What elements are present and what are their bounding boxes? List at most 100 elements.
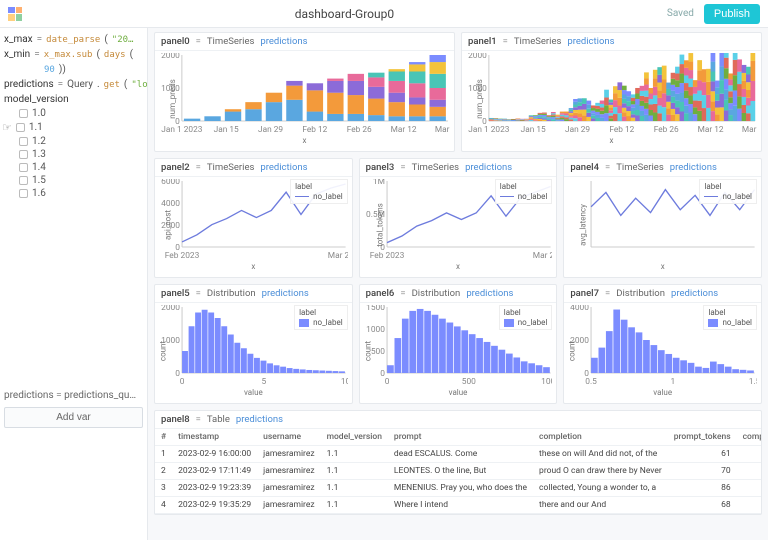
panel3[interactable]: panel3=TimeSeriespredictions labelno_lab… [359,158,558,278]
svg-text:1: 1 [671,376,676,386]
svg-text:1000: 1000 [366,324,385,334]
svg-text:Mar 2023: Mar 2023 [328,250,348,260]
model-version-label: model_version [4,94,143,105]
table-row[interactable]: 42023-02-9 19:35:29jamesramirez1.1Where … [155,497,761,514]
dashboard-main[interactable]: panel0=TimeSeriespredictions num_preds J… [148,28,768,540]
svg-text:0: 0 [175,368,180,378]
table-header[interactable]: timestamp [172,429,257,446]
svg-text:Feb 2023: Feb 2023 [369,250,404,260]
svg-text:2000: 2000 [161,53,180,60]
panel7-chart: labelno_label count 0.511.5020004000 val… [564,303,761,399]
svg-text:Jan 1 2023: Jan 1 2023 [161,124,203,134]
svg-text:Jan 29: Jan 29 [565,124,590,134]
svg-text:Feb 12: Feb 12 [302,124,327,134]
publish-button[interactable]: Publish [704,4,760,24]
svg-text:Jan 29: Jan 29 [258,124,283,134]
panel5-chart: labelno_label count 0510010002000 value [155,303,352,399]
panel0[interactable]: panel0=TimeSeriespredictions num_preds J… [154,32,455,152]
panel4-chart: labelno_label avg_latency x [564,177,761,273]
panel4[interactable]: panel4=TimeSeriespredictions labelno_lab… [563,158,762,278]
svg-text:500: 500 [371,346,386,356]
table-row[interactable]: 12023-02-9 16:00:00jamesramirez1.1dead E… [155,446,761,463]
svg-text:0: 0 [585,368,590,378]
model-version-option[interactable]: 1.3 [4,148,143,161]
var-predictions[interactable]: predictions = Query.get("loca… [4,79,143,90]
svg-text:2000: 2000 [468,53,487,60]
svg-text:5: 5 [261,376,266,386]
svg-text:Mar 26: Mar 26 [435,124,450,134]
legend-panel3: labelno_label [495,179,553,204]
svg-text:4000: 4000 [570,305,589,312]
add-var-button[interactable]: Add var [4,407,143,428]
svg-text:6000: 6000 [161,179,180,186]
table-header[interactable]: model_version [321,429,388,446]
model-version-list: 1.0☞1.11.21.31.41.51.6 [4,107,143,200]
svg-text:4000: 4000 [161,198,180,208]
panel6-chart: labelno_label count 05001000050010001500… [360,303,557,399]
legend-panel5: labelno_label [294,305,348,330]
svg-text:500: 500 [461,376,476,386]
table-header[interactable]: # [155,429,172,446]
svg-text:0: 0 [175,242,180,252]
svg-text:Jan 15: Jan 15 [214,124,239,134]
panel1-chart: num_preds Jan 1 2023Jan 15Jan 29Feb 12Fe… [462,51,761,147]
table-header[interactable]: prompt [388,429,533,446]
model-version-option[interactable]: 1.6 [4,187,143,200]
svg-text:2000: 2000 [161,305,180,312]
svg-text:0: 0 [384,376,389,386]
svg-text:Jan 15: Jan 15 [521,124,546,134]
svg-text:1M: 1M [373,179,385,186]
svg-text:Feb 2023: Feb 2023 [165,250,200,260]
panel8-table[interactable]: #timestampusernamemodel_versionpromptcom… [155,429,761,514]
app-logo [8,7,22,21]
var-predictions-q[interactable]: predictions = predictions_qu… [4,390,143,401]
panel2-chart: labelno_label api_cost Feb 2023Mar 20230… [155,177,352,273]
panel0-chart: num_preds Jan 1 2023Jan 15Jan 29Feb 12Fe… [155,51,454,147]
table-header[interactable]: completion [533,429,668,446]
legend-panel6: labelno_label [499,305,553,330]
legend-panel4: labelno_label [699,179,757,204]
model-version-option[interactable]: 1.0 [4,107,143,120]
save-status: Saved [667,8,694,19]
checkbox[interactable] [19,176,28,185]
model-version-option[interactable]: 1.5 [4,174,143,187]
panel2[interactable]: panel2=TimeSeriespredictions labelno_lab… [154,158,353,278]
legend-panel7: labelno_label [703,305,757,330]
variables-sidebar: x_max = date_parse("20… x_min = x_max.su… [0,28,148,540]
legend-panel2: labelno_label [290,179,348,204]
svg-text:Jan 1 2023: Jan 1 2023 [468,124,510,134]
checkbox[interactable] [19,189,28,198]
var-xmin[interactable]: x_min = x_max.sub(days( [4,49,143,60]
checkbox[interactable] [16,123,25,132]
panel8[interactable]: panel8=Tablepredictions #timestampuserna… [154,410,762,515]
table-row[interactable]: 22023-02-9 17:11:49jamesramirez1.1LEONTE… [155,463,761,480]
panel3-chart: labelno_label total_tokens Feb 2023Mar 2… [360,177,557,273]
table-header[interactable]: completion_tokens [737,429,761,446]
checkbox[interactable] [19,150,28,159]
svg-text:Mar 12: Mar 12 [391,124,417,134]
svg-text:0: 0 [380,368,385,378]
model-version-option[interactable]: ☞1.1 [4,120,143,135]
cursor-icon: ☞ [2,121,12,134]
panel7[interactable]: panel7=Distributionpredictions labelno_l… [563,284,762,404]
svg-text:Mar 26: Mar 26 [742,124,757,134]
var-xmax[interactable]: x_max = date_parse("20… [4,34,143,45]
panel1[interactable]: panel1=TimeSeriespredictions num_preds J… [461,32,762,152]
svg-text:0: 0 [180,376,185,386]
checkbox[interactable] [19,163,28,172]
svg-text:Mar 12: Mar 12 [698,124,724,134]
table-row[interactable]: 32023-02-9 19:23:39jamesramirez1.1MENENI… [155,480,761,497]
panel6[interactable]: panel6=Distributionpredictions labelno_l… [359,284,558,404]
model-version-option[interactable]: 1.2 [4,135,143,148]
svg-text:1000: 1000 [541,376,553,386]
table-header[interactable]: prompt_tokens [668,429,737,446]
dashboard-title[interactable]: dashboard-Group0 [295,7,394,21]
panel5[interactable]: panel5=Distributionpredictions labelno_l… [154,284,353,404]
svg-text:1500: 1500 [366,305,385,312]
svg-text:1.5: 1.5 [749,376,757,386]
checkbox[interactable] [19,137,28,146]
table-header[interactable]: username [257,429,320,446]
model-version-option[interactable]: 1.4 [4,161,143,174]
svg-text:Mar 2023: Mar 2023 [532,250,552,260]
checkbox[interactable] [19,109,28,118]
